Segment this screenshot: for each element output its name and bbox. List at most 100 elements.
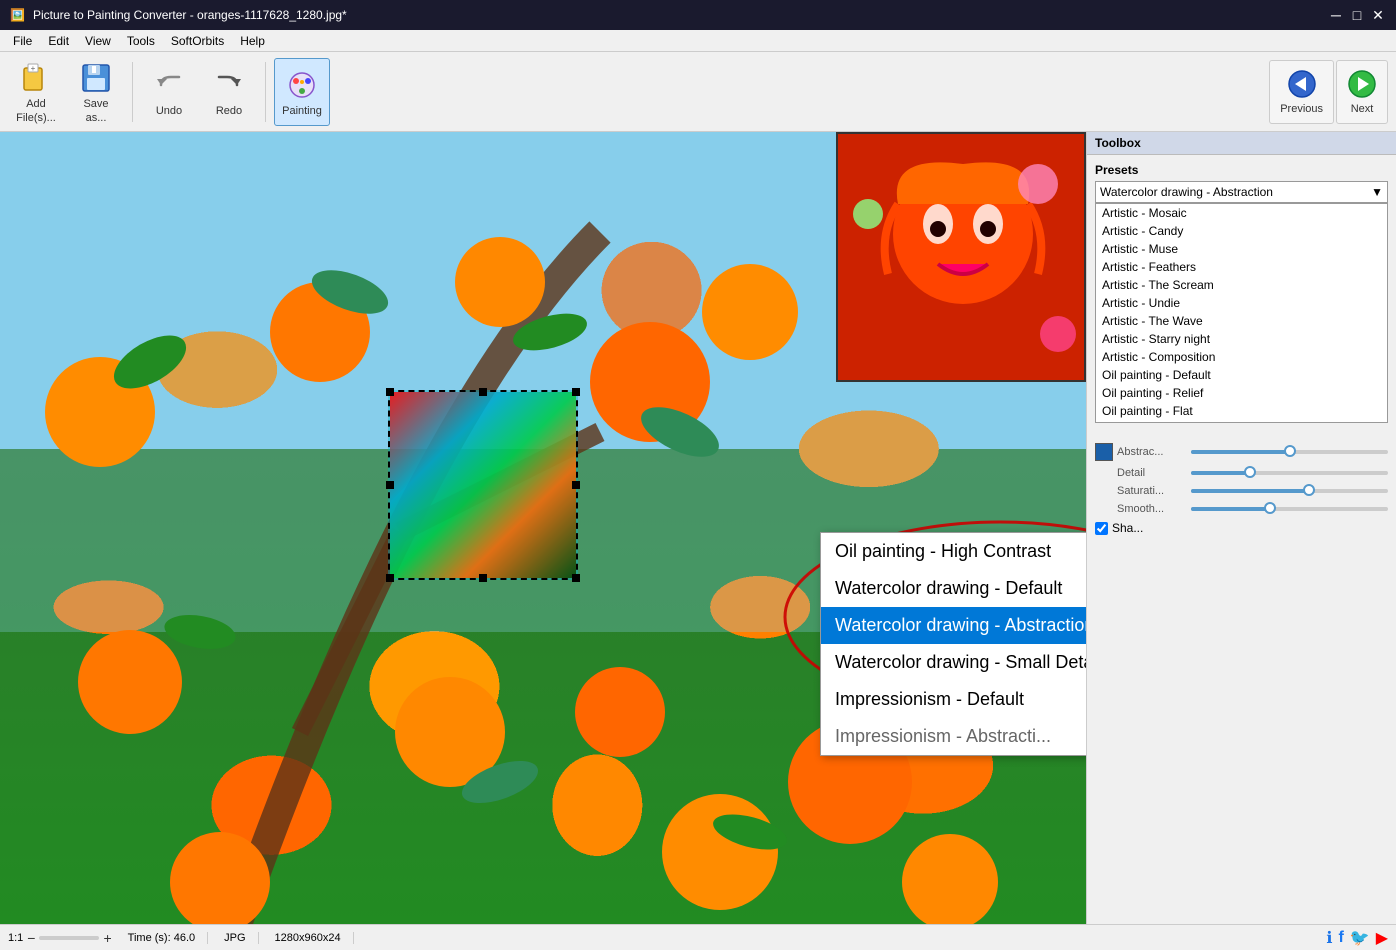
painting-label: Painting bbox=[282, 105, 322, 117]
smooth-slider-row: Smooth... bbox=[1095, 503, 1388, 515]
smooth-track[interactable] bbox=[1191, 507, 1388, 511]
close-button[interactable]: ✕ bbox=[1370, 7, 1386, 23]
abstraction-fill bbox=[1191, 450, 1290, 454]
abstraction-label: Abstrac... bbox=[1117, 446, 1187, 458]
preset-artistic-the-wave[interactable]: Artistic - The Wave bbox=[1096, 312, 1387, 330]
app-icon: 🖼️ bbox=[10, 8, 25, 22]
undo-icon bbox=[151, 67, 187, 103]
dropdown-watercolor-small-details[interactable]: Watercolor drawing - Small Details bbox=[821, 644, 1086, 681]
preview-image bbox=[836, 132, 1086, 382]
previous-label: Previous bbox=[1280, 103, 1323, 115]
menu-softorbits[interactable]: SoftOrbits bbox=[163, 32, 232, 50]
handle-mid-right[interactable] bbox=[572, 481, 580, 489]
handle-top-right[interactable] bbox=[572, 388, 580, 396]
presets-label: Presets bbox=[1095, 163, 1388, 177]
nav-area: Previous Next bbox=[1269, 60, 1388, 124]
zoom-level: 1:1 bbox=[8, 932, 23, 944]
zoom-plus-button[interactable]: + bbox=[103, 930, 111, 946]
add-files-label: Add bbox=[26, 98, 46, 110]
presets-dropdown-list[interactable]: Artistic - Mosaic Artistic - Candy Artis… bbox=[1095, 203, 1388, 423]
detail-label: Detail bbox=[1117, 467, 1187, 479]
menu-view[interactable]: View bbox=[77, 32, 119, 50]
dropdown-watercolor-default[interactable]: Watercolor drawing - Default bbox=[821, 570, 1086, 607]
facebook-icon[interactable]: f bbox=[1338, 929, 1343, 947]
preset-artistic-the-scream[interactable]: Artistic - The Scream bbox=[1096, 276, 1387, 294]
save-as-button[interactable]: Save as... bbox=[68, 58, 124, 126]
titlebar-left: 🖼️ Picture to Painting Converter - orang… bbox=[10, 8, 347, 22]
painting-icon bbox=[284, 67, 320, 103]
zoom-controls: 1:1 − + bbox=[8, 930, 112, 946]
preset-artistic-candy[interactable]: Artistic - Candy bbox=[1096, 222, 1387, 240]
handle-mid-left[interactable] bbox=[386, 481, 394, 489]
abstraction-slider-row: Abstrac... bbox=[1095, 443, 1388, 461]
menu-tools[interactable]: Tools bbox=[119, 32, 163, 50]
preset-oil-relief[interactable]: Oil painting - Relief bbox=[1096, 384, 1387, 402]
menu-edit[interactable]: Edit bbox=[40, 32, 77, 50]
dropdown-impressionism-default[interactable]: Impressionism - Default bbox=[821, 681, 1086, 718]
sha-label: Sha... bbox=[1112, 521, 1143, 535]
preset-artistic-muse[interactable]: Artistic - Muse bbox=[1096, 240, 1387, 258]
add-files-label2: File(s)... bbox=[16, 112, 56, 124]
twitter-icon[interactable]: 🐦 bbox=[1350, 928, 1370, 948]
preset-artistic-feathers[interactable]: Artistic - Feathers bbox=[1096, 258, 1387, 276]
preset-artistic-composition[interactable]: Artistic - Composition bbox=[1096, 348, 1387, 366]
main-content: Oil painting - High Contrast Watercolor … bbox=[0, 132, 1396, 924]
painting-button[interactable]: Painting bbox=[274, 58, 330, 126]
zoom-slider[interactable] bbox=[39, 936, 99, 940]
saturation-label: Saturati... bbox=[1117, 485, 1187, 497]
youtube-icon[interactable]: ▶ bbox=[1376, 928, 1388, 948]
add-files-button[interactable]: + Add File(s)... bbox=[8, 58, 64, 126]
preset-artistic-undie[interactable]: Artistic - Undie bbox=[1096, 294, 1387, 312]
handle-top-mid[interactable] bbox=[479, 388, 487, 396]
redo-button[interactable]: Redo bbox=[201, 58, 257, 126]
dropdown-watercolor-abstraction[interactable]: Watercolor drawing - Abstraction bbox=[821, 607, 1086, 644]
titlebar-controls: ─ □ ✕ bbox=[1328, 7, 1386, 23]
menu-help[interactable]: Help bbox=[232, 32, 273, 50]
add-files-icon: + bbox=[18, 60, 54, 96]
presets-dropdown[interactable]: Watercolor drawing - Abstraction ▼ bbox=[1095, 181, 1388, 203]
saturation-thumb bbox=[1303, 484, 1315, 496]
time-label: Time (s): bbox=[128, 932, 171, 944]
maximize-button[interactable]: □ bbox=[1349, 7, 1365, 23]
undo-label: Undo bbox=[156, 105, 182, 117]
smooth-thumb bbox=[1264, 502, 1276, 514]
next-button[interactable]: Next bbox=[1336, 60, 1388, 124]
menu-file[interactable]: File bbox=[5, 32, 40, 50]
abstraction-track[interactable] bbox=[1191, 450, 1388, 454]
zoom-minus-button[interactable]: − bbox=[27, 930, 35, 946]
toolbar-separator-2 bbox=[265, 62, 266, 122]
info-icon[interactable]: ℹ bbox=[1326, 928, 1332, 948]
preset-oil-small-details[interactable]: Oil painting - Small Details bbox=[1096, 420, 1387, 423]
canvas-area[interactable]: Oil painting - High Contrast Watercolor … bbox=[0, 132, 1086, 924]
svg-text:+: + bbox=[31, 64, 36, 73]
preset-oil-default[interactable]: Oil painting - Default bbox=[1096, 366, 1387, 384]
handle-bottom-left[interactable] bbox=[386, 574, 394, 582]
sha-checkbox[interactable] bbox=[1095, 522, 1108, 535]
handle-top-left[interactable] bbox=[386, 388, 394, 396]
dropdown-oil-high-contrast[interactable]: Oil painting - High Contrast bbox=[821, 533, 1086, 570]
saturation-track[interactable] bbox=[1191, 489, 1388, 493]
detail-fill bbox=[1191, 471, 1250, 475]
statusbar: 1:1 − + Time (s): 46.0 JPG 1280x960x24 ℹ… bbox=[0, 924, 1396, 950]
previous-button[interactable]: Previous bbox=[1269, 60, 1334, 124]
handle-bottom-mid[interactable] bbox=[479, 574, 487, 582]
minimize-button[interactable]: ─ bbox=[1328, 7, 1344, 23]
preset-oil-flat[interactable]: Oil painting - Flat bbox=[1096, 402, 1387, 420]
presets-selected: Watercolor drawing - Abstraction bbox=[1100, 185, 1273, 199]
titlebar: 🖼️ Picture to Painting Converter - orang… bbox=[0, 0, 1396, 30]
undo-button[interactable]: Undo bbox=[141, 58, 197, 126]
app-title: Picture to Painting Converter - oranges-… bbox=[33, 8, 347, 22]
save-as-label2: as... bbox=[86, 112, 107, 124]
preset-artistic-mosaic[interactable]: Artistic - Mosaic bbox=[1096, 204, 1387, 222]
abstraction-preview bbox=[390, 392, 576, 578]
sliders-section: Abstrac... Detail S bbox=[1095, 443, 1388, 535]
selection-box[interactable] bbox=[388, 390, 578, 580]
handle-bottom-right[interactable] bbox=[572, 574, 580, 582]
abstraction-thumb bbox=[1284, 445, 1296, 457]
dropdown-impressionism-abstracti[interactable]: Impressionism - Abstracti... bbox=[821, 718, 1086, 755]
save-as-icon bbox=[78, 60, 114, 96]
toolbox: Toolbox Presets Watercolor drawing - Abs… bbox=[1086, 132, 1396, 924]
big-dropdown-overlay[interactable]: Oil painting - High Contrast Watercolor … bbox=[820, 532, 1086, 756]
detail-track[interactable] bbox=[1191, 471, 1388, 475]
preset-artistic-starry-night[interactable]: Artistic - Starry night bbox=[1096, 330, 1387, 348]
